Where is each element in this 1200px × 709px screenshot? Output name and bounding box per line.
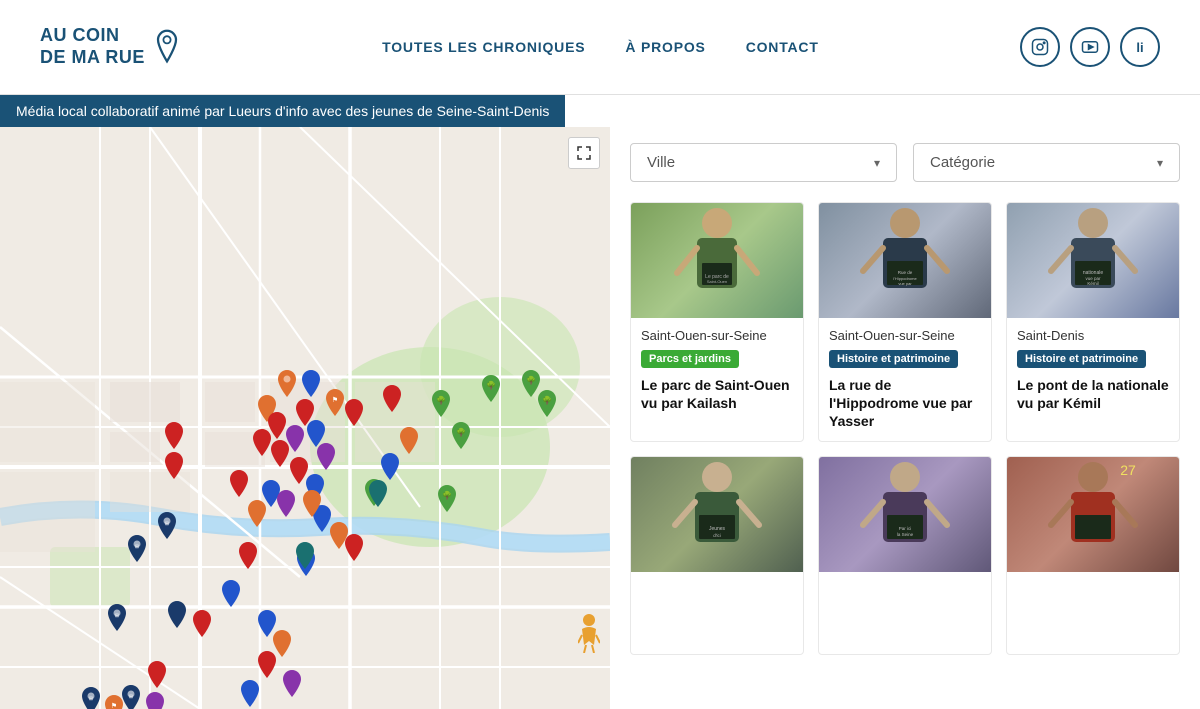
map-svg: [0, 127, 610, 709]
cards-grid: Le parc de Saint-Ouen Saint-Ouen-sur-Sei…: [630, 202, 1180, 655]
card-4[interactable]: Jeunes d'ici: [630, 456, 804, 655]
logo-pin-icon: [153, 29, 181, 65]
social-icons: li: [1020, 27, 1160, 67]
card-2-person: Rue de l'Hippodrome vue par: [855, 203, 955, 318]
card-6-person: 27: [1043, 457, 1143, 572]
instagram-button[interactable]: [1020, 27, 1060, 67]
card-1[interactable]: Le parc de Saint-Ouen Saint-Ouen-sur-Sei…: [630, 202, 804, 442]
card-6-title: [1017, 604, 1169, 644]
nav-apropos[interactable]: À PROPOS: [625, 39, 705, 55]
card-6-image: 27: [1007, 457, 1179, 572]
card-5-body: [819, 572, 991, 654]
card-3-badge: Histoire et patrimoine: [1017, 350, 1146, 368]
expand-icon: [577, 146, 591, 160]
map-expand-button[interactable]: [568, 137, 600, 169]
categorie-filter[interactable]: Catégorie ▾: [913, 143, 1180, 182]
card-2[interactable]: Rue de l'Hippodrome vue par Saint-Ouen-s…: [818, 202, 992, 442]
svg-text:Kémil: Kémil: [1087, 281, 1098, 286]
pegman-button[interactable]: [576, 612, 602, 654]
linkedin-button[interactable]: li: [1120, 27, 1160, 67]
pegman-icon: [578, 613, 600, 653]
card-6-city: [1017, 582, 1169, 598]
logo[interactable]: AU COIN DE MA RUE: [40, 25, 181, 68]
card-3-title: Le pont de la nationale vu par Kémil: [1017, 376, 1169, 412]
svg-text:Saint-Ouen: Saint-Ouen: [707, 279, 727, 284]
card-5-city: [829, 582, 981, 598]
card-2-image: Rue de l'Hippodrome vue par: [819, 203, 991, 318]
map-area[interactable]: ⊞ ⊞ ⊞ ⊞ ⊞: [0, 127, 610, 709]
banner-text: Média local collaboratif animé par Lueur…: [16, 103, 549, 119]
card-4-title: [641, 604, 793, 644]
card-4-person: Jeunes d'ici: [667, 457, 767, 572]
card-1-badge: Parcs et jardins: [641, 350, 739, 368]
header: AU COIN DE MA RUE TOUTES LES CHRONIQUES …: [0, 0, 1200, 95]
card-3-image: nationale vue par Kémil: [1007, 203, 1179, 318]
card-5-title: [829, 604, 981, 644]
linkedin-label: li: [1136, 40, 1143, 55]
card-2-badge: Histoire et patrimoine: [829, 350, 958, 368]
youtube-icon: [1081, 38, 1099, 56]
card-6-body: [1007, 572, 1179, 654]
card-1-body: Saint-Ouen-sur-Seine Parcs et jardins Le…: [631, 318, 803, 422]
nav-chroniques[interactable]: TOUTES LES CHRONIQUES: [382, 39, 585, 55]
card-3-person: nationale vue par Kémil: [1043, 203, 1143, 318]
ville-chevron: ▾: [874, 156, 880, 170]
map-container: ⊞ ⊞ ⊞ ⊞ ⊞: [0, 127, 610, 709]
youtube-button[interactable]: [1070, 27, 1110, 67]
card-2-city: Saint-Ouen-sur-Seine: [829, 328, 981, 343]
nav-contact[interactable]: CONTACT: [746, 39, 819, 55]
card-2-title: La rue de l'Hippodrome vue par Yasser: [829, 376, 981, 431]
card-4-image: Jeunes d'ici: [631, 457, 803, 572]
content-panel: Ville ▾ Catégorie ▾: [610, 127, 1200, 709]
card-1-city: Saint-Ouen-sur-Seine: [641, 328, 793, 343]
svg-text:la Seine: la Seine: [897, 532, 914, 537]
card-6[interactable]: 27: [1006, 456, 1180, 655]
card-4-city: [641, 582, 793, 598]
svg-text:vue par: vue par: [898, 281, 912, 286]
card-4-body: [631, 572, 803, 654]
card-1-image: Le parc de Saint-Ouen: [631, 203, 803, 318]
svg-text:27: 27: [1120, 462, 1136, 478]
card-5[interactable]: Par ici la Seine: [818, 456, 992, 655]
ville-filter[interactable]: Ville ▾: [630, 143, 897, 182]
svg-text:Rue de: Rue de: [898, 270, 913, 275]
card-3-city: Saint-Denis: [1017, 328, 1169, 343]
card-5-image: Par ici la Seine: [819, 457, 991, 572]
categorie-chevron: ▾: [1157, 156, 1163, 170]
card-1-person: Le parc de Saint-Ouen: [667, 203, 767, 318]
svg-text:d'ici: d'ici: [713, 533, 721, 538]
card-1-title: Le parc de Saint-Ouen vu par Kailash: [641, 376, 793, 412]
logo-text: AU COIN DE MA RUE: [40, 25, 145, 68]
instagram-icon: [1031, 38, 1049, 56]
svg-text:Jeunes: Jeunes: [709, 526, 726, 532]
svg-text:Par ici: Par ici: [899, 526, 912, 531]
card-3-body: Saint-Denis Histoire et patrimoine Le po…: [1007, 318, 1179, 422]
ville-label: Ville: [647, 154, 675, 171]
card-2-body: Saint-Ouen-sur-Seine Histoire et patrimo…: [819, 318, 991, 441]
card-3[interactable]: nationale vue par Kémil Saint-Denis Hist…: [1006, 202, 1180, 442]
main-nav: TOUTES LES CHRONIQUES À PROPOS CONTACT: [382, 39, 819, 55]
card-5-person: Par ici la Seine: [855, 457, 955, 572]
banner: Média local collaboratif animé par Lueur…: [0, 95, 565, 127]
main-layout: ⊞ ⊞ ⊞ ⊞ ⊞: [0, 127, 1200, 709]
categorie-label: Catégorie: [930, 154, 995, 171]
filter-row: Ville ▾ Catégorie ▾: [630, 143, 1180, 182]
